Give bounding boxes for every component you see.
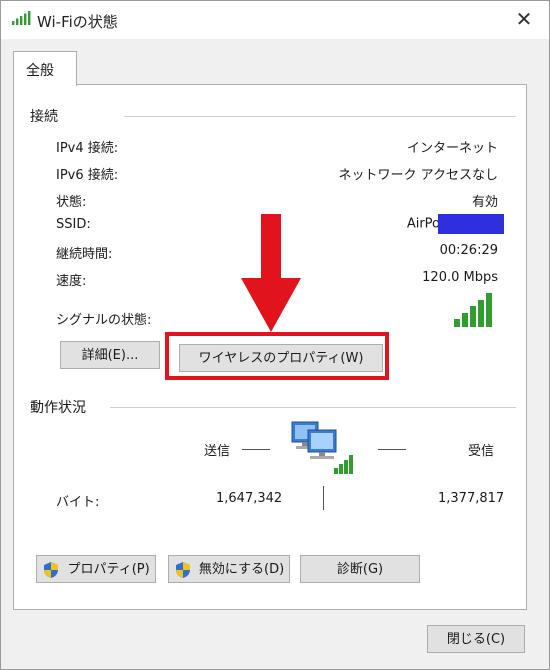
close-icon[interactable]: ✕ bbox=[516, 7, 533, 31]
activity-separator bbox=[323, 486, 324, 510]
connection-divider bbox=[124, 116, 516, 117]
signal-strength-icon bbox=[454, 293, 492, 327]
received-dash bbox=[378, 449, 406, 450]
signal-label: シグナルの状態: bbox=[56, 313, 152, 328]
disable-button[interactable]: 無効にする(D) bbox=[168, 555, 290, 583]
disable-button-label: 無効にする(D) bbox=[198, 562, 285, 577]
received-label: 受信 bbox=[468, 444, 495, 459]
details-button[interactable]: 詳細(E)... bbox=[60, 341, 160, 369]
sent-label: 送信 bbox=[204, 444, 231, 459]
uac-shield-icon bbox=[44, 562, 59, 578]
received-bytes-value: 1,377,817 bbox=[438, 491, 505, 506]
activity-divider bbox=[110, 407, 516, 408]
properties-button[interactable]: プロパティ(P) bbox=[36, 555, 156, 583]
wifi-status-window: Wi-Fiの状態 ✕ 全般 接続 IPv4 接続: インターネット IPv6 接… bbox=[0, 0, 550, 670]
red-arrow-annotation bbox=[241, 214, 301, 332]
ssid-value: AirPo bbox=[406, 216, 440, 232]
bytes-label: バイト: bbox=[56, 495, 100, 510]
close-button-label: 閉じる(C) bbox=[446, 632, 506, 647]
uac-shield-icon bbox=[175, 562, 190, 578]
ssid-label: SSID: bbox=[56, 217, 91, 232]
speed-value: 120.0 Mbps bbox=[422, 270, 498, 285]
sent-bytes-value: 1,647,342 bbox=[216, 491, 283, 506]
wifi-signal-icon bbox=[12, 11, 31, 25]
wireless-properties-label: ワイヤレスのプロパティ(W) bbox=[198, 351, 364, 366]
sent-dash bbox=[242, 449, 270, 450]
ipv6-value: ネットワーク アクセスなし bbox=[338, 168, 498, 183]
diagnose-button[interactable]: 診断(G) bbox=[300, 555, 420, 583]
ssid-redaction bbox=[438, 214, 504, 234]
duration-label: 継続時間: bbox=[56, 247, 113, 262]
diagnose-button-label: 診断(G) bbox=[336, 562, 384, 577]
title-bar: Wi-Fiの状態 ✕ bbox=[1, 1, 549, 39]
tab-general-label: 全般 bbox=[26, 63, 54, 79]
close-window-button[interactable]: ✕ bbox=[511, 7, 537, 31]
activity-section-label: 動作状況 bbox=[30, 400, 86, 416]
properties-button-label: プロパティ(P) bbox=[67, 562, 150, 577]
speed-label: 速度: bbox=[56, 274, 87, 289]
ipv4-label: IPv4 接続: bbox=[56, 141, 119, 156]
ipv6-label: IPv6 接続: bbox=[56, 168, 119, 183]
tab-panel: 接続 IPv4 接続: インターネット IPv6 接続: ネットワーク アクセス… bbox=[13, 84, 527, 610]
state-label: 状態: bbox=[56, 195, 87, 210]
network-computers-icon bbox=[291, 421, 353, 474]
wireless-properties-button[interactable]: ワイヤレスのプロパティ(W) bbox=[179, 344, 383, 372]
connection-section-label: 接続 bbox=[30, 109, 58, 125]
ssid-value-wrap: AirPo bbox=[407, 214, 504, 234]
close-button[interactable]: 閉じる(C) bbox=[427, 625, 525, 653]
details-button-label: 詳細(E)... bbox=[81, 348, 139, 363]
window-title: Wi-Fiの状態 bbox=[37, 13, 118, 31]
state-value: 有効 bbox=[471, 195, 498, 210]
ipv4-value: インターネット bbox=[406, 141, 498, 156]
tab-general[interactable]: 全般 bbox=[13, 51, 77, 86]
duration-value: 00:26:29 bbox=[439, 243, 498, 258]
